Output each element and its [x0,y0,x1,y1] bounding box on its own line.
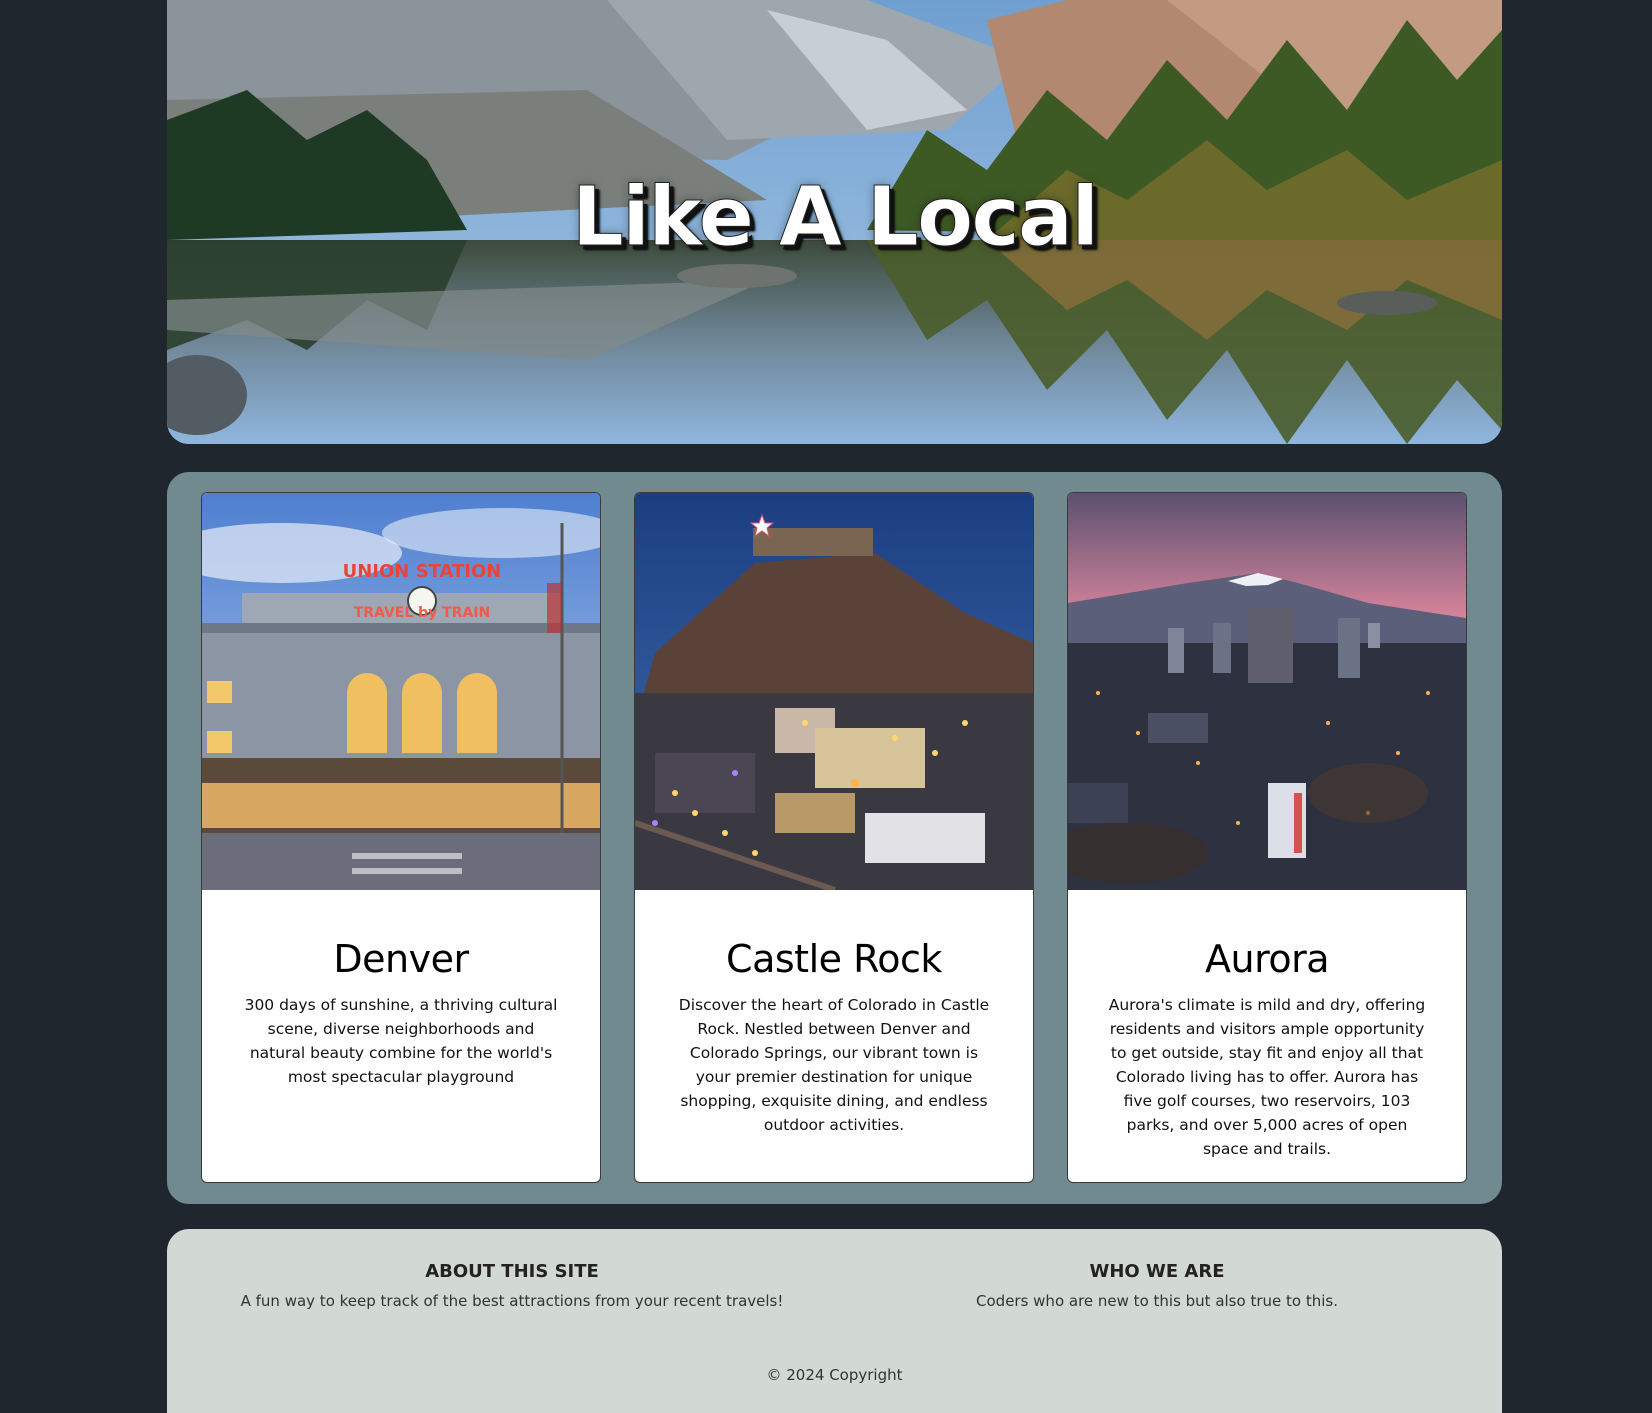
city-card-castle-rock[interactable]: Castle Rock Discover the heart of Colora… [634,492,1034,1183]
who-we-are-text: Coders who are new to this but also true… [976,1292,1338,1310]
hero-banner: Like A Local [167,0,1502,444]
card-title: Castle Rock [726,937,942,981]
card-title: Denver [333,937,469,981]
card-title: Aurora [1204,937,1330,981]
site-footer: ABOUT THIS SITE A fun way to keep track … [167,1229,1502,1413]
about-heading: ABOUT THIS SITE [425,1261,599,1282]
aurora-skyline-image [1068,493,1466,890]
about-section: ABOUT THIS SITE A fun way to keep track … [212,1261,812,1310]
city-card-aurora[interactable]: Aurora Aurora's climate is mild and dry,… [1067,492,1467,1183]
who-we-are-heading: WHO WE ARE [1089,1261,1225,1282]
card-description: Discover the heart of Colorado in Castle… [678,996,990,1134]
card-description: 300 days of sunshine, a thriving cultura… [244,996,558,1086]
card-description: Aurora's climate is mild and dry, offeri… [1108,996,1426,1158]
about-text: A fun way to keep track of the best attr… [240,1292,784,1310]
city-card-denver[interactable]: UNION STATION TRAVEL by TRAIN Denver 300… [201,492,601,1183]
hero-title: Like A Local [571,170,1100,266]
who-we-are-section: WHO WE ARE Coders who are new to this bu… [857,1261,1457,1310]
castle-rock-town-image [635,493,1033,890]
denver-union-station-image: UNION STATION TRAVEL by TRAIN [202,493,600,890]
union-station-sign: UNION STATION [343,561,502,582]
city-cards-section: UNION STATION TRAVEL by TRAIN Denver 300… [167,472,1502,1204]
travel-by-train-sign: TRAVEL by TRAIN [354,605,491,621]
page: Like A Local UNION STATION TRAVEL by TRA… [0,0,1652,1413]
copyright-text: © 2024 Copyright [766,1366,903,1384]
